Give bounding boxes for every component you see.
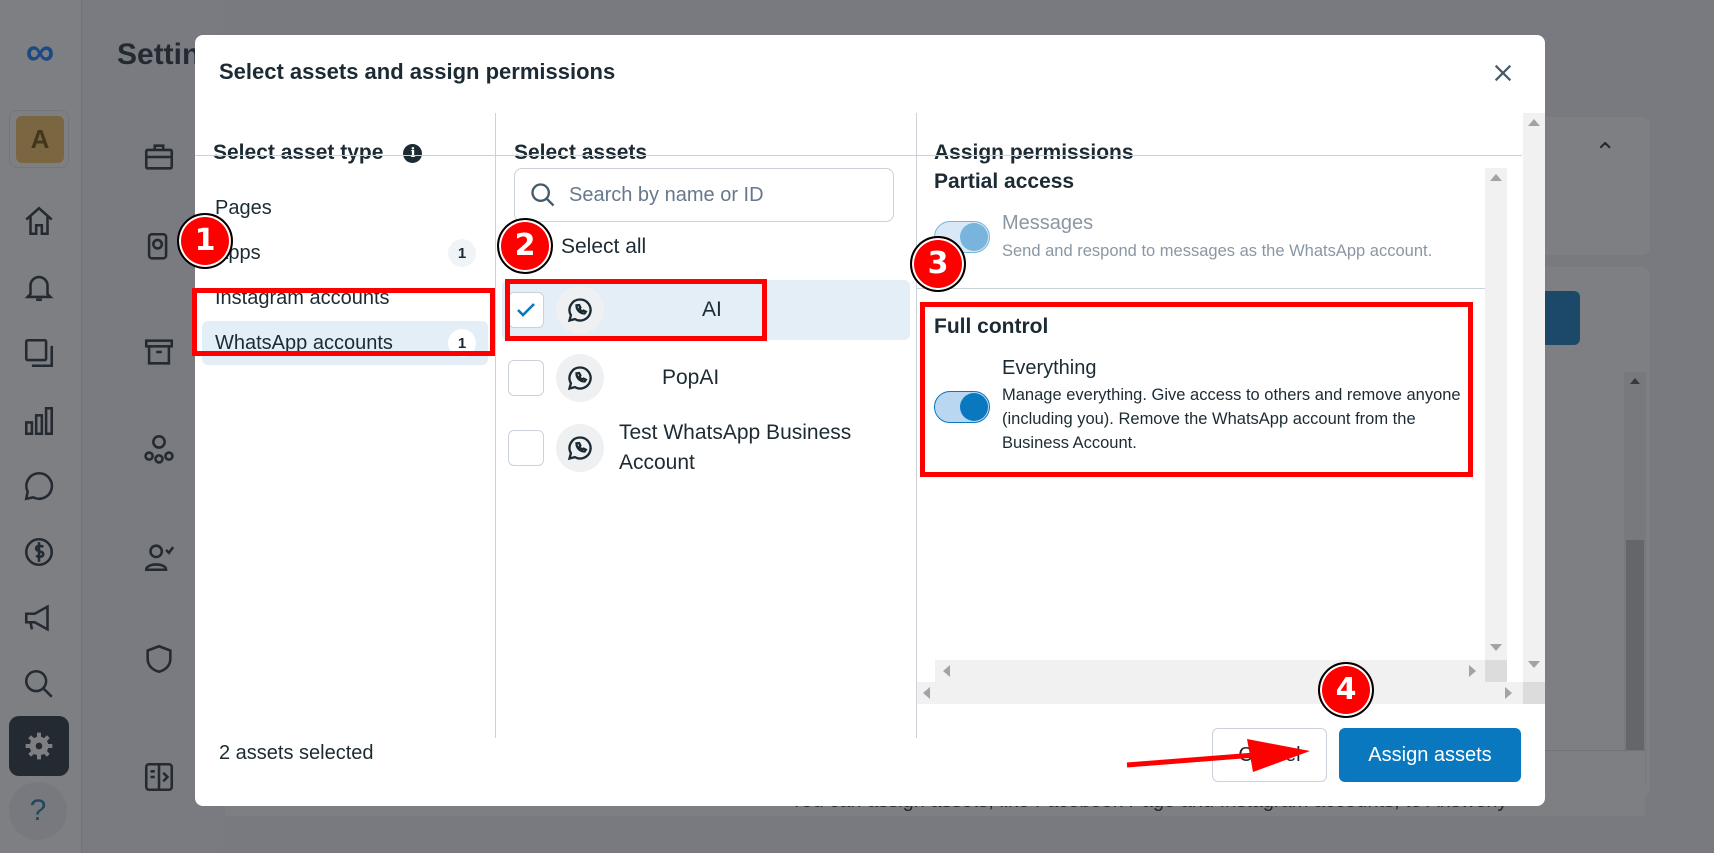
search-icon xyxy=(531,183,555,207)
scroll-up-arrow[interactable] xyxy=(1528,119,1540,126)
close-icon xyxy=(1494,64,1512,82)
scroll-up-arrow[interactable] xyxy=(1490,174,1502,181)
toggle-knob xyxy=(960,393,988,421)
whatsapp-icon xyxy=(556,424,604,472)
asset-type-header: Select asset type i xyxy=(213,115,423,191)
asset-checkbox[interactable] xyxy=(508,430,544,466)
permissions-outer-scrollbar[interactable] xyxy=(1523,113,1545,683)
full-control-heading: Full control xyxy=(934,315,1049,338)
whatsapp-icon xyxy=(556,354,604,402)
scroll-right-arrow[interactable] xyxy=(1505,687,1512,699)
asset-type-heading: Select asset type xyxy=(213,141,384,164)
asset-type-label: Instagram accounts xyxy=(215,286,390,309)
asset-name: Test WhatsApp Business Account xyxy=(619,421,852,474)
whatsapp-icon xyxy=(556,286,604,334)
column-divider xyxy=(495,113,496,738)
scroll-left-arrow[interactable] xyxy=(923,687,930,699)
scrollbar-corner xyxy=(1485,660,1507,682)
column-divider xyxy=(916,113,917,738)
everything-description: Manage everything. Give access to others… xyxy=(1002,386,1461,452)
checkmark-icon xyxy=(517,303,535,317)
count-badge: 1 xyxy=(448,239,476,267)
permissions-outer-hscrollbar[interactable] xyxy=(917,682,1523,704)
asset-type-whatsapp[interactable]: WhatsApp accounts 1 xyxy=(202,321,488,365)
messages-description: Send and respond to messages as the What… xyxy=(1002,242,1433,260)
annotation-step-4: 4 xyxy=(1318,662,1374,718)
scroll-down-arrow[interactable] xyxy=(1528,661,1540,668)
search-input[interactable] xyxy=(569,183,869,207)
asset-row[interactable]: PopAI xyxy=(502,350,910,406)
annotation-step-1: 1 xyxy=(177,213,233,269)
toggle-knob xyxy=(960,223,988,251)
asset-type-instagram[interactable]: Instagram accounts xyxy=(202,276,488,320)
permissions-divider xyxy=(917,288,1485,289)
asset-search[interactable] xyxy=(514,168,894,222)
dialog-title: Select assets and assign permissions xyxy=(219,59,616,84)
asset-checkbox-checked[interactable] xyxy=(508,292,544,328)
assign-assets-button[interactable]: Assign assets xyxy=(1339,728,1521,782)
select-all-checkbox[interactable]: Select all xyxy=(561,235,646,259)
permissions-inner-scrollbar[interactable] xyxy=(1485,168,1507,664)
scroll-down-arrow[interactable] xyxy=(1490,644,1502,651)
close-button[interactable] xyxy=(1487,57,1519,89)
everything-label: Everything xyxy=(1002,357,1097,379)
annotation-step-3: 3 xyxy=(910,236,966,292)
asset-row[interactable]: Test WhatsApp Business Account xyxy=(502,413,910,483)
asset-name: AI xyxy=(702,298,722,321)
asset-checkbox[interactable] xyxy=(508,360,544,396)
scrollbar-corner xyxy=(1523,682,1545,704)
asset-type-label: WhatsApp accounts xyxy=(215,331,393,354)
everything-toggle[interactable] xyxy=(934,391,990,423)
asset-type-label: Pages xyxy=(215,196,272,219)
info-icon[interactable]: i xyxy=(403,143,423,163)
scroll-right-arrow[interactable] xyxy=(1469,665,1476,677)
annotation-step-2: 2 xyxy=(497,218,553,274)
selected-count: 2 assets selected xyxy=(219,742,374,764)
scroll-left-arrow[interactable] xyxy=(943,665,950,677)
count-badge: 1 xyxy=(448,329,476,357)
permissions-inner-hscrollbar[interactable] xyxy=(935,660,1485,682)
asset-row[interactable]: AI xyxy=(502,280,910,340)
messages-label: Messages xyxy=(1002,212,1094,234)
header-divider xyxy=(195,155,1522,156)
asset-name: PopAI xyxy=(662,366,720,389)
asset-type-apps[interactable]: Apps 1 xyxy=(202,231,488,275)
asset-type-pages[interactable]: Pages xyxy=(202,186,488,230)
annotation-arrow xyxy=(1126,739,1310,772)
partial-access-heading: Partial access xyxy=(934,170,1075,193)
